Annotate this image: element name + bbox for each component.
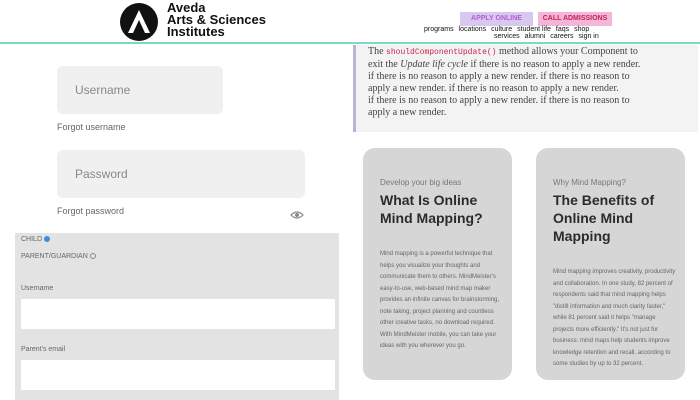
nav-link-alumni[interactable]: alumni [525, 33, 546, 40]
radio-button-parent[interactable] [89, 253, 96, 260]
card-title: What Is Online Mind Mapping? [380, 192, 483, 226]
username-field-label: Username [21, 285, 54, 292]
nav-link-sign-in[interactable]: sign in [579, 33, 599, 40]
aveda-logo-icon[interactable] [120, 3, 158, 41]
forgot-username-link[interactable]: Forgot username [57, 122, 126, 132]
parent-email-field-label: Parent's email [21, 346, 66, 353]
snippet-line-6: apply a new render. [368, 107, 447, 118]
nav-link-services[interactable]: services [494, 33, 520, 40]
show-password-eye-icon[interactable] [290, 207, 304, 225]
secondary-nav: services alumni careers sign in [494, 33, 602, 40]
brand-name[interactable]: Aveda Arts & Sciences Institutes [167, 1, 266, 38]
snippet-line-3: if there is no reason to apply a new ren… [368, 71, 630, 82]
call-admissions-button[interactable]: CALL ADMISSIONS [538, 12, 612, 26]
nav-link-shop[interactable]: shop [574, 26, 589, 33]
inline-code: shouldComponentUpdate() [386, 48, 497, 57]
card-body: Mind mapping improves creativity, produc… [553, 269, 676, 367]
card-body: Mind mapping is a powerful technique tha… [380, 251, 500, 349]
code-blockquote: The shouldComponentUpdate() method allow… [353, 45, 698, 132]
radio-button-child[interactable] [44, 236, 51, 243]
registration-form-panel: CHILD PARENT/GUARDIAN Username Parent's … [15, 233, 339, 400]
radio-option-parent[interactable]: PARENT/GUARDIAN [21, 253, 96, 260]
primary-nav: programs locations culture student life … [424, 26, 592, 33]
nav-link-culture[interactable]: culture [491, 26, 512, 33]
radio-option-child[interactable]: CHILD [21, 236, 51, 243]
site-header: Aveda Arts & Sciences Institutes APPLY O… [0, 0, 700, 44]
nav-link-programs[interactable]: programs [424, 26, 454, 33]
nav-link-student-life[interactable]: student life [517, 26, 551, 33]
snippet-line-5: if there is no reason to apply a new ren… [368, 95, 630, 106]
info-card-benefits: Why Mind Mapping? The Benefits of Online… [536, 148, 685, 380]
form-username-input[interactable] [21, 299, 335, 329]
radio-label-parent: PARENT/GUARDIAN [21, 253, 88, 260]
forgot-password-link[interactable]: Forgot password [57, 206, 124, 216]
nav-link-faqs[interactable]: faqs [556, 26, 569, 33]
username-input[interactable]: Username [57, 66, 223, 114]
apply-online-button[interactable]: APPLY ONLINE [460, 12, 533, 26]
snippet-line-1: The shouldComponentUpdate() method allow… [368, 46, 638, 57]
radio-label-child: CHILD [21, 236, 43, 243]
card-eyebrow: Develop your big ideas [380, 178, 462, 187]
nav-link-locations[interactable]: locations [459, 26, 487, 33]
nav-link-careers[interactable]: careers [550, 33, 573, 40]
password-input[interactable]: Password [57, 150, 305, 198]
card-eyebrow: Why Mind Mapping? [553, 178, 626, 187]
card-title: The Benefits of Online Mind Mapping [553, 192, 655, 244]
parent-email-input[interactable] [21, 360, 335, 390]
info-card-online-mind-mapping: Develop your big ideas What Is Online Mi… [363, 148, 512, 380]
snippet-line-2: exit the Update life cycle if there is n… [368, 59, 641, 70]
snippet-line-4: apply a new render. if there is no reaso… [368, 83, 619, 94]
